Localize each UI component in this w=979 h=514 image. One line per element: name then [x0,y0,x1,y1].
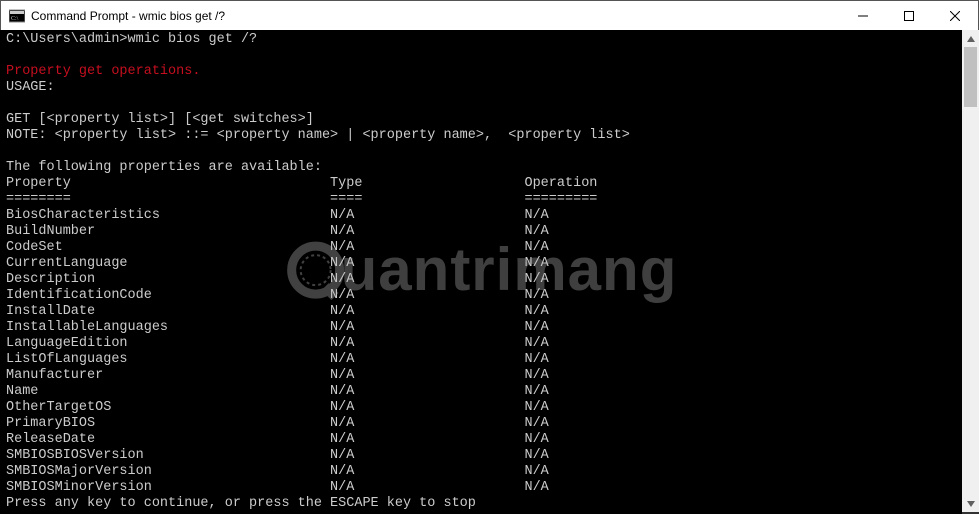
close-button[interactable] [932,1,978,30]
terminal-output: C:\Users\admin>wmic bios get /? Property… [0,30,962,514]
svg-text:C:\: C:\ [11,16,19,22]
minimize-button[interactable] [840,1,886,30]
app-icon: C:\ [9,8,25,24]
scroll-down-button[interactable] [962,495,979,512]
window-frame: C:\ Command Prompt - wmic bios get /? C:… [0,0,979,512]
window-title: Command Prompt - wmic bios get /? [31,9,840,23]
maximize-button[interactable] [886,1,932,30]
scroll-up-button[interactable] [962,30,979,47]
scroll-track[interactable] [962,47,979,495]
scroll-thumb[interactable] [964,47,977,107]
vertical-scrollbar[interactable] [962,30,979,512]
titlebar[interactable]: C:\ Command Prompt - wmic bios get /? [1,1,978,31]
window-controls [840,1,978,30]
terminal-viewport[interactable]: C:\Users\admin>wmic bios get /? Property… [0,30,962,512]
